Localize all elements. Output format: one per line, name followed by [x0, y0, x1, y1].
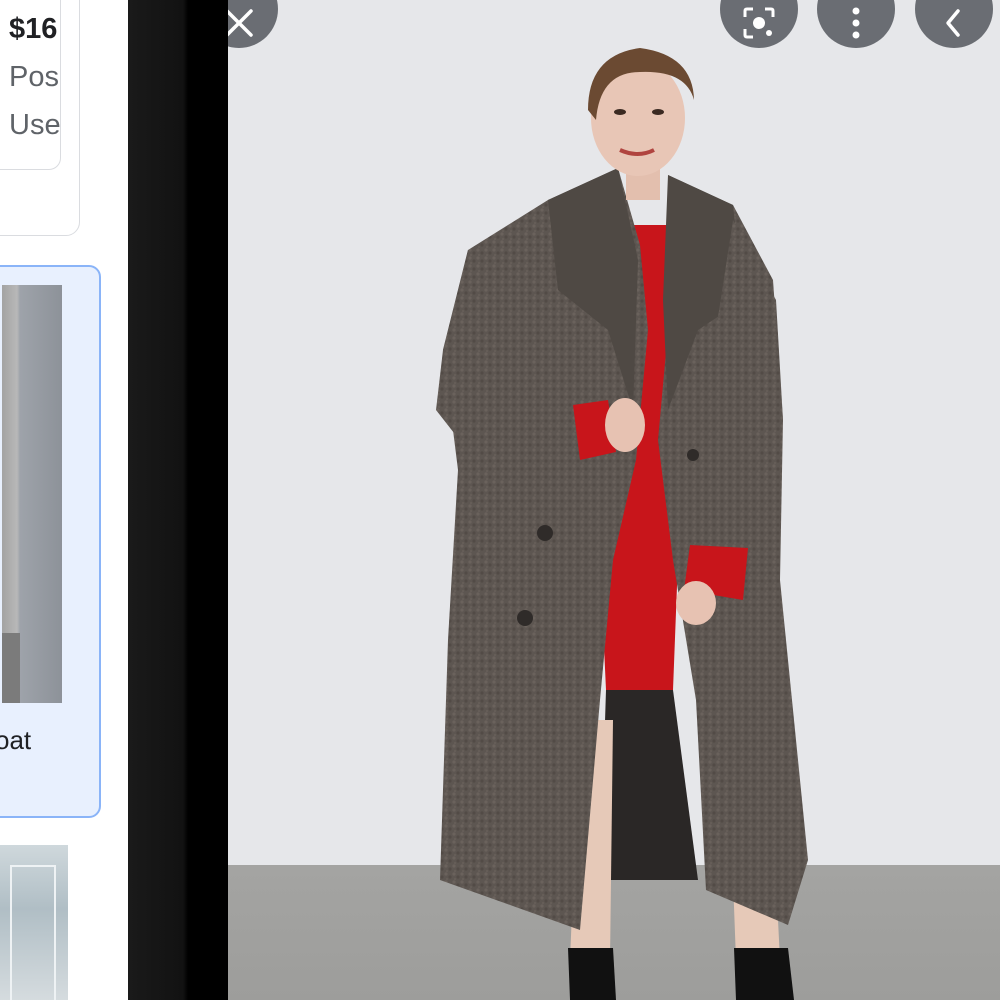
- result-card[interactable]: $16 Pos Use: [0, 0, 80, 236]
- result-seller: Use: [9, 109, 61, 141]
- results-panel: $16 Pos Use coat: [0, 0, 128, 1000]
- result-thumbnail: [2, 285, 62, 703]
- selected-result-card[interactable]: coat: [0, 265, 101, 818]
- result-condition: Pos: [9, 61, 59, 93]
- product-photo: [436, 48, 808, 1000]
- image-viewer[interactable]: [228, 0, 1000, 1000]
- panel-divider: [128, 0, 228, 1000]
- result-thumbnail[interactable]: [0, 845, 68, 1000]
- result-title: coat: [0, 725, 32, 755]
- result-card-text: $16 Pos Use: [1, 1, 79, 191]
- google-lens-icon: [743, 7, 775, 39]
- more-vert-icon: [852, 7, 860, 39]
- result-price: $16: [9, 13, 58, 45]
- chevron-left-icon: [946, 9, 960, 37]
- close-icon: [228, 9, 253, 37]
